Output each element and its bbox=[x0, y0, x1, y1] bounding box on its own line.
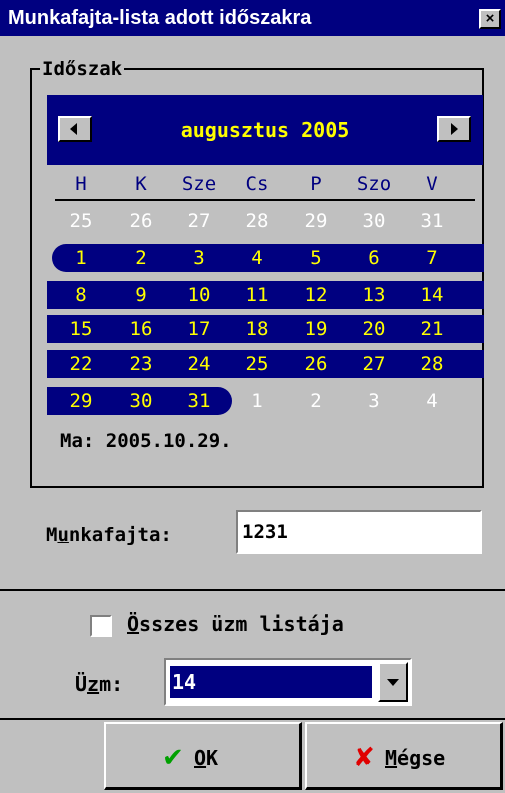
calendar-day[interactable]: 27 bbox=[173, 207, 225, 235]
calendar-day[interactable]: 18 bbox=[231, 315, 283, 343]
calendar-day[interactable]: 30 bbox=[348, 207, 400, 235]
calendar-day[interactable]: 3 bbox=[173, 244, 225, 272]
calendar-day[interactable]: 19 bbox=[290, 315, 342, 343]
cancel-button-label: Mégse bbox=[385, 746, 446, 770]
month-label: augusztus 2005 bbox=[180, 118, 350, 142]
weekday-label: P bbox=[310, 173, 322, 195]
calendar-day[interactable]: 25 bbox=[231, 350, 283, 378]
calendar-day[interactable]: 29 bbox=[290, 207, 342, 235]
calendar-day[interactable]: 2 bbox=[290, 387, 342, 415]
calendar-day[interactable]: 27 bbox=[348, 350, 400, 378]
separator bbox=[0, 589, 505, 591]
weekday-divider bbox=[55, 199, 475, 201]
checkmark-icon: ✔ bbox=[162, 743, 184, 773]
calendar-day[interactable]: 28 bbox=[231, 207, 283, 235]
calendar-day[interactable]: 23 bbox=[115, 350, 167, 378]
calendar-day[interactable]: 4 bbox=[406, 387, 458, 415]
weekday-label: Sze bbox=[181, 173, 217, 195]
today-label: Ma: 2005.10.29. bbox=[60, 430, 232, 452]
uzm-dropdown-button[interactable] bbox=[378, 662, 408, 702]
x-icon: ✘ bbox=[353, 743, 375, 773]
ok-button[interactable]: ✔ OK bbox=[104, 722, 302, 790]
calendar-day[interactable]: 17 bbox=[173, 315, 225, 343]
calendar-day[interactable]: 22 bbox=[55, 350, 107, 378]
calendar-day[interactable]: 6 bbox=[348, 244, 400, 272]
calendar-day[interactable]: 12 bbox=[290, 281, 342, 309]
calendar-day[interactable]: 14 bbox=[406, 281, 458, 309]
close-icon: × bbox=[485, 10, 495, 27]
calendar-day[interactable]: 3 bbox=[348, 387, 400, 415]
calendar-day[interactable]: 4 bbox=[231, 244, 283, 272]
calendar-day[interactable]: 13 bbox=[348, 281, 400, 309]
close-button[interactable]: × bbox=[479, 9, 501, 29]
cancel-button[interactable]: ✘ Mégse bbox=[305, 722, 503, 790]
chevron-down-icon bbox=[387, 679, 399, 686]
all-uzm-checkbox[interactable] bbox=[90, 615, 112, 637]
calendar-day[interactable]: 1 bbox=[55, 244, 107, 272]
calendar-day[interactable]: 26 bbox=[290, 350, 342, 378]
calendar-day[interactable]: 25 bbox=[55, 207, 107, 235]
calendar-day[interactable]: 1 bbox=[231, 387, 283, 415]
calendar-day[interactable]: 5 bbox=[290, 244, 342, 272]
calendar-day[interactable]: 10 bbox=[173, 281, 225, 309]
weekday-label: V bbox=[426, 173, 438, 195]
weekday-label: H bbox=[75, 173, 87, 195]
calendar-day[interactable]: 30 bbox=[115, 387, 167, 415]
arrow-left-icon bbox=[70, 123, 77, 135]
separator bbox=[0, 718, 505, 720]
weekday-label: Szo bbox=[356, 173, 392, 195]
calendar-day[interactable]: 8 bbox=[55, 281, 107, 309]
arrow-right-icon bbox=[451, 123, 458, 135]
weekday-label: K bbox=[135, 173, 147, 195]
prev-month-button[interactable] bbox=[58, 116, 92, 142]
uzm-selected-value: 14 bbox=[170, 666, 372, 698]
calendar-day[interactable]: 7 bbox=[406, 244, 458, 272]
calendar-day[interactable]: 24 bbox=[173, 350, 225, 378]
uzm-select[interactable]: 14 bbox=[164, 658, 412, 706]
all-uzm-label[interactable]: Összes üzm listája bbox=[127, 610, 344, 638]
calendar-day[interactable]: 9 bbox=[115, 281, 167, 309]
calendar-day[interactable]: 21 bbox=[406, 315, 458, 343]
next-month-button[interactable] bbox=[437, 116, 471, 142]
period-group-label: Időszak bbox=[40, 58, 125, 80]
weekday-label: Cs bbox=[245, 173, 269, 195]
calendar-day[interactable]: 11 bbox=[231, 281, 283, 309]
munkafajta-label: Munkafajta: bbox=[46, 524, 172, 546]
calendar-day[interactable]: 15 bbox=[55, 315, 107, 343]
calendar-day[interactable]: 29 bbox=[55, 387, 107, 415]
calendar-day[interactable]: 28 bbox=[406, 350, 458, 378]
calendar-day[interactable]: 31 bbox=[173, 387, 225, 415]
calendar-day[interactable]: 31 bbox=[406, 207, 458, 235]
calendar-day[interactable]: 26 bbox=[115, 207, 167, 235]
window-title: Munkafajta-lista adott időszakra bbox=[8, 7, 312, 29]
munkafajta-input[interactable]: 1231 bbox=[236, 510, 482, 554]
calendar-day[interactable]: 16 bbox=[115, 315, 167, 343]
calendar-day[interactable]: 2 bbox=[115, 244, 167, 272]
uzm-label: Üzm: bbox=[75, 672, 124, 696]
calendar-day[interactable]: 20 bbox=[348, 315, 400, 343]
ok-button-label: OK bbox=[194, 746, 219, 770]
